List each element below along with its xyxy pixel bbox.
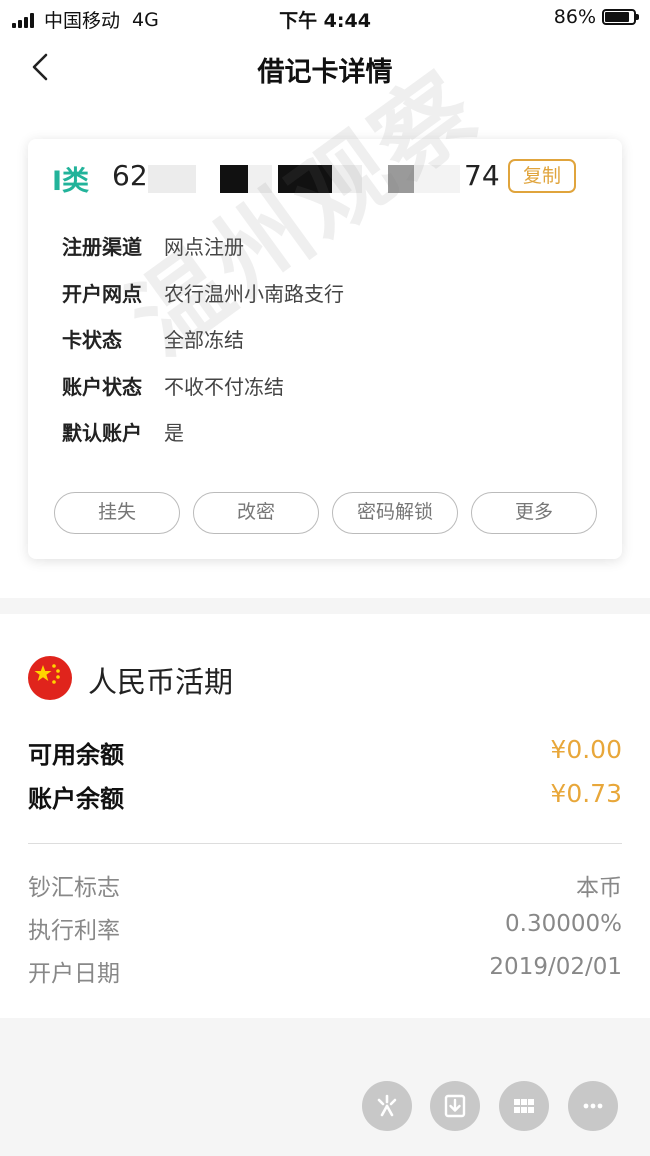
balance-label: 可用余额 (28, 741, 124, 769)
detail-row: 开户日期 2019/02/01 (28, 954, 622, 987)
detail-value: 2019/02/01 (489, 954, 622, 980)
card-number-mask (248, 165, 272, 193)
change-password-button[interactable]: 改密 (193, 492, 319, 534)
card-info-list: 注册渠道 网点注册 开户网点 农行温州小南路支行 卡状态 全部冻结 账户状态 不… (62, 231, 344, 464)
info-value: 是 (164, 421, 184, 445)
debit-card-panel: I类 62 74 复制 注册渠道 网点注册 开户网点 农行温州小南路支行 卡状态 (28, 139, 622, 559)
more-icon[interactable] (568, 1081, 618, 1131)
card-number-mask (148, 165, 196, 193)
page: 中国移动 4G 下午 4:44 86% 借记卡详情 I类 62 74 复制 注册… (0, 0, 650, 1156)
more-button[interactable]: 更多 (471, 492, 597, 534)
battery-fill (605, 12, 630, 22)
detail-label: 钞汇标志 (28, 875, 120, 901)
info-label: 默认账户 (62, 421, 142, 445)
sparkle-icon[interactable] (362, 1081, 412, 1131)
card-type-label: I类 (52, 166, 90, 197)
info-row: 默认账户 是 (62, 417, 344, 464)
balance-row-available: 可用余额 ¥0.00 (28, 735, 622, 769)
balance-value: ¥0.00 (550, 735, 622, 764)
info-value: 不收不付冻结 (164, 374, 284, 399)
detail-row: 钞汇标志 本币 (28, 868, 622, 901)
status-right: 86% (553, 6, 639, 28)
card-number-suffix: 74 (464, 159, 500, 192)
divider (28, 843, 622, 844)
detail-value: 0.30000% (505, 911, 622, 937)
info-label: 开户网点 (62, 281, 142, 306)
balance-row-account: 账户余额 ¥0.73 (28, 779, 622, 813)
battery-percent: 86% (553, 6, 596, 28)
info-row: 卡状态 全部冻结 (62, 324, 344, 371)
card-action-row: 挂失 改密 密码解锁 更多 (54, 492, 598, 534)
info-value: 农行温州小南路支行 (164, 281, 344, 306)
card-number-mask (414, 165, 460, 193)
battery-icon (602, 9, 639, 25)
info-value: 全部冻结 (164, 328, 244, 352)
download-icon[interactable] (430, 1081, 480, 1131)
currency-title: 人民币活期 (88, 665, 234, 699)
unlock-password-button[interactable]: 密码解锁 (332, 492, 458, 534)
info-row: 开户网点 农行温州小南路支行 (62, 278, 344, 325)
info-label: 账户状态 (62, 374, 142, 399)
card-header: I类 62 74 复制 (52, 159, 600, 199)
info-row: 账户状态 不收不付冻结 (62, 371, 344, 418)
detail-value: 本币 (576, 875, 622, 901)
detail-label: 开户日期 (28, 961, 120, 987)
copy-button[interactable]: 复制 (508, 159, 576, 193)
nav-bar: 借记卡详情 (0, 34, 650, 100)
grid-icon[interactable] (499, 1081, 549, 1131)
status-bar: 中国移动 4G 下午 4:44 86% (0, 0, 650, 34)
card-number-mask (220, 165, 248, 193)
card-number-mask (278, 165, 332, 193)
info-row: 注册渠道 网点注册 (62, 231, 344, 278)
status-time: 下午 4:44 (279, 10, 371, 32)
detail-label: 执行利率 (28, 918, 120, 944)
report-loss-button[interactable]: 挂失 (54, 492, 180, 534)
card-number-mask (388, 165, 414, 193)
info-label: 注册渠道 (62, 235, 142, 259)
balance-value: ¥0.73 (550, 779, 622, 808)
info-value: 网点注册 (164, 235, 244, 259)
card-number-prefix: 62 (112, 159, 148, 192)
detail-row: 执行利率 0.30000% (28, 911, 622, 944)
card-number-mask (332, 165, 362, 193)
info-label: 卡状态 (62, 328, 122, 352)
china-flag-icon (28, 656, 72, 700)
account-section: 人民币活期 可用余额 ¥0.00 账户余额 ¥0.73 钞汇标志 本币 执行利率… (0, 614, 650, 1018)
balance-label: 账户余额 (28, 785, 124, 813)
page-title: 借记卡详情 (257, 57, 393, 88)
